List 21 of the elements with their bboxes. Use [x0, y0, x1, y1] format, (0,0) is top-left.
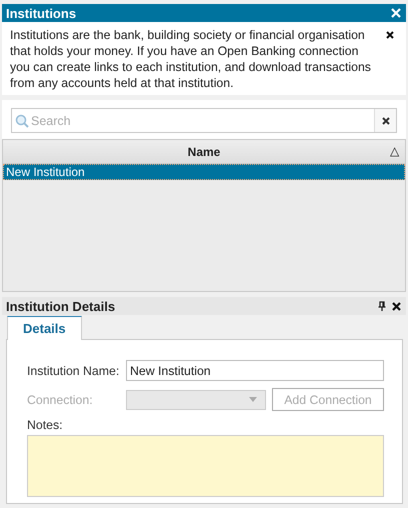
close-icon[interactable] [382, 116, 390, 124]
panel-title: Institution Details [6, 298, 116, 314]
field-label: Connection: [27, 392, 94, 406]
notes-field[interactable] [27, 435, 384, 497]
clear-button[interactable] [374, 109, 396, 132]
search-field[interactable]: Search [11, 108, 397, 133]
window-title: Institutions [6, 6, 76, 20]
field-label: Institution Name: [27, 364, 120, 378]
close-icon[interactable] [392, 302, 401, 310]
search-icon [15, 114, 29, 128]
pin-icon[interactable] [378, 301, 386, 311]
caret-icon [249, 397, 257, 402]
field-label: Notes: [27, 418, 64, 432]
tab[interactable]: Details [7, 316, 82, 340]
table-row[interactable]: New Institution [3, 164, 405, 180]
close-icon[interactable] [386, 31, 394, 39]
text-field[interactable]: New Institution [126, 360, 384, 381]
column-label: Name [188, 144, 220, 158]
sort-indicator[interactable]: △ [390, 144, 399, 158]
search-input[interactable]: Search [29, 114, 374, 128]
info-text: Institutions are the bank, building society or financial organisation that holds your money. If you have an Open Banking connection you can create links to each institution, and download transactions from any accounts held at that institution. [10, 27, 372, 91]
